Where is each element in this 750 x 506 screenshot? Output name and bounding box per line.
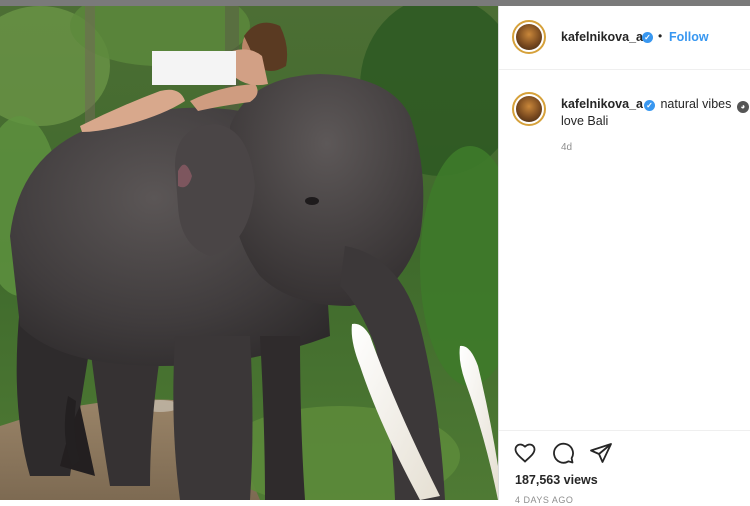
post-age-label: 4 DAYS AGO [515, 495, 574, 505]
post-header: kafelnikova_a ✓ • Follow [499, 6, 750, 70]
comment-bubble-icon[interactable] [551, 441, 575, 465]
caption-avatar[interactable] [512, 92, 546, 126]
heart-icon[interactable] [513, 441, 537, 465]
follow-button[interactable]: Follow [669, 30, 709, 44]
caption-avatar-image [516, 96, 542, 122]
post-actions: 187,563 views 4 DAYS AGO [499, 430, 750, 506]
caption-line-2: love Bali [561, 114, 609, 128]
header-username[interactable]: kafelnikova_a [561, 30, 643, 44]
send-paper-plane-icon[interactable] [589, 441, 613, 465]
post-side-panel: kafelnikova_a ✓ • Follow kafelnikova_a ✓ … [498, 6, 750, 505]
caption-username[interactable]: kafelnikova_a [561, 97, 643, 111]
verified-badge-icon: ✓ [642, 32, 653, 43]
views-count[interactable]: 187,563 views [515, 473, 598, 487]
censor-box [152, 51, 236, 85]
verified-badge-icon: ✓ [644, 100, 655, 111]
avatar[interactable] [512, 20, 546, 54]
separator-dot: • [658, 29, 663, 43]
caption-text-block: kafelnikova_a ✓ natural vibes ◕ love Bali [561, 96, 750, 129]
avatar-image [516, 24, 542, 50]
elephant-photo-illustration [0, 6, 498, 500]
post-photo[interactable] [0, 6, 498, 500]
monkey-emoji-icon: ◕ [736, 101, 749, 113]
caption-text: natural vibes [660, 97, 732, 111]
caption-timestamp[interactable]: 4d [561, 142, 572, 153]
